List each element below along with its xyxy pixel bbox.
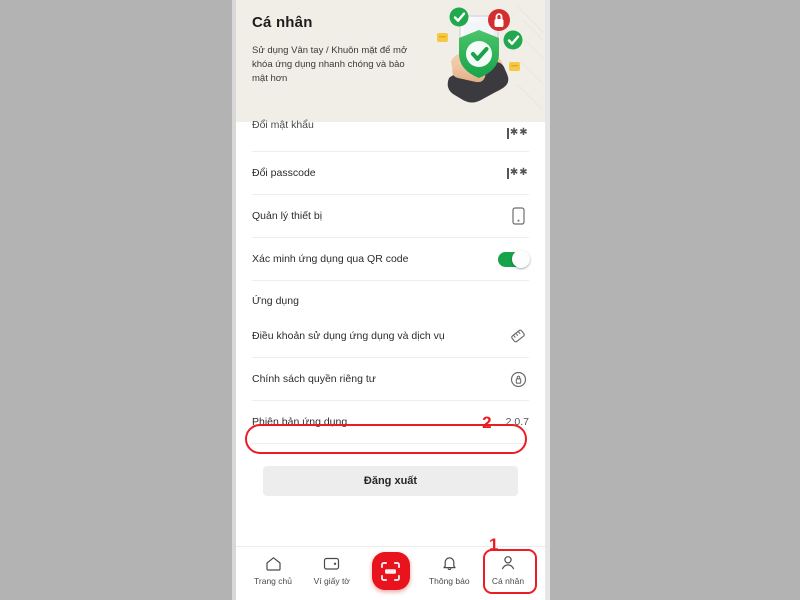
app-version-value: 2.0.7: [505, 416, 529, 428]
row-label: Xác minh ứng dụng qua QR code: [252, 253, 409, 265]
nav-label: Ví giấy tờ: [313, 576, 350, 586]
lock-circle-icon: [507, 368, 529, 390]
list-item[interactable]: Đổi passcode ✱✱: [252, 152, 529, 195]
list-item[interactable]: Xác minh ứng dụng qua QR code: [252, 238, 530, 281]
row-label: Đổi mật khẩu: [252, 119, 314, 131]
list-item[interactable]: Chính sách quyền riêng tư: [252, 358, 529, 401]
row-label: Quản lý thiết bị: [252, 210, 323, 222]
nav-item-home[interactable]: Trang chủ: [244, 554, 302, 586]
nav-item-profile[interactable]: Cá nhân: [479, 554, 537, 586]
version-right-group: 2 2.0.7: [482, 414, 529, 431]
header-subtitle: Sử dụng Vân tay / Khuôn mặt để mở khóa ứ…: [252, 45, 408, 84]
bell-icon: [442, 554, 457, 572]
nav-item-notifications[interactable]: Thông báo: [420, 554, 478, 586]
right-edge-strip: [545, 0, 550, 600]
password-dots-icon: ✱✱: [507, 122, 529, 144]
annotation-marker-1: 1: [489, 535, 499, 554]
row-label: Đổi passcode: [252, 167, 316, 179]
nav-label: Thông báo: [428, 576, 470, 586]
profile-header: Cá nhân Sử dụng Vân tay / Khuôn mặt để m…: [236, 0, 545, 122]
section-header-apps: Ứng dụng: [252, 295, 299, 307]
document-terms-icon: [507, 325, 529, 347]
phone-screen: Cá nhân Sử dụng Vân tay / Khuôn mặt để m…: [236, 0, 545, 600]
nav-item-wallet[interactable]: Ví giấy tờ: [303, 554, 361, 586]
list-item-app-version[interactable]: Phiên bản ứng dụng 2 2.0.7: [252, 401, 529, 444]
list-item[interactable]: Quản lý thiết bị: [252, 195, 529, 238]
toggle-switch-on[interactable]: [497, 248, 530, 270]
annotation-marker-2: 2: [482, 412, 492, 432]
bottom-navigation-bar: Trang chủ Ví giấy tờ Thông báo Cá nhân: [236, 546, 545, 600]
row-label: Chính sách quyền riêng tư: [252, 373, 376, 385]
user-person-icon: [500, 554, 516, 572]
screenshot-stage: Cá nhân Sử dụng Vân tay / Khuôn mặt để m…: [0, 0, 800, 600]
logout-section: Đăng xuất: [236, 444, 545, 496]
device-phone-icon: [507, 205, 529, 227]
password-dots-icon: ✱✱: [507, 162, 529, 184]
settings-list: Đổi mật khẩu ✱✱ Đổi passcode ✱✱ Quản lý …: [236, 119, 545, 444]
list-item[interactable]: Điều khoản sử dụng ứng dụng và dịch vụ: [252, 315, 529, 358]
scan-qr-icon[interactable]: [371, 552, 410, 590]
row-label: Điều khoản sử dụng ứng dụng và dịch vụ: [252, 330, 445, 342]
phone-shield-security-illustration: [421, 0, 543, 122]
list-item[interactable]: Đổi mật khẩu ✱✱: [252, 119, 529, 152]
wallet-icon: [323, 554, 340, 572]
nav-label: Trang chủ: [254, 576, 292, 586]
home-icon: [265, 554, 282, 572]
logout-button[interactable]: Đăng xuất: [263, 466, 518, 496]
row-label: Phiên bản ứng dụng: [252, 416, 348, 428]
nav-label: Cá nhân: [491, 576, 525, 586]
